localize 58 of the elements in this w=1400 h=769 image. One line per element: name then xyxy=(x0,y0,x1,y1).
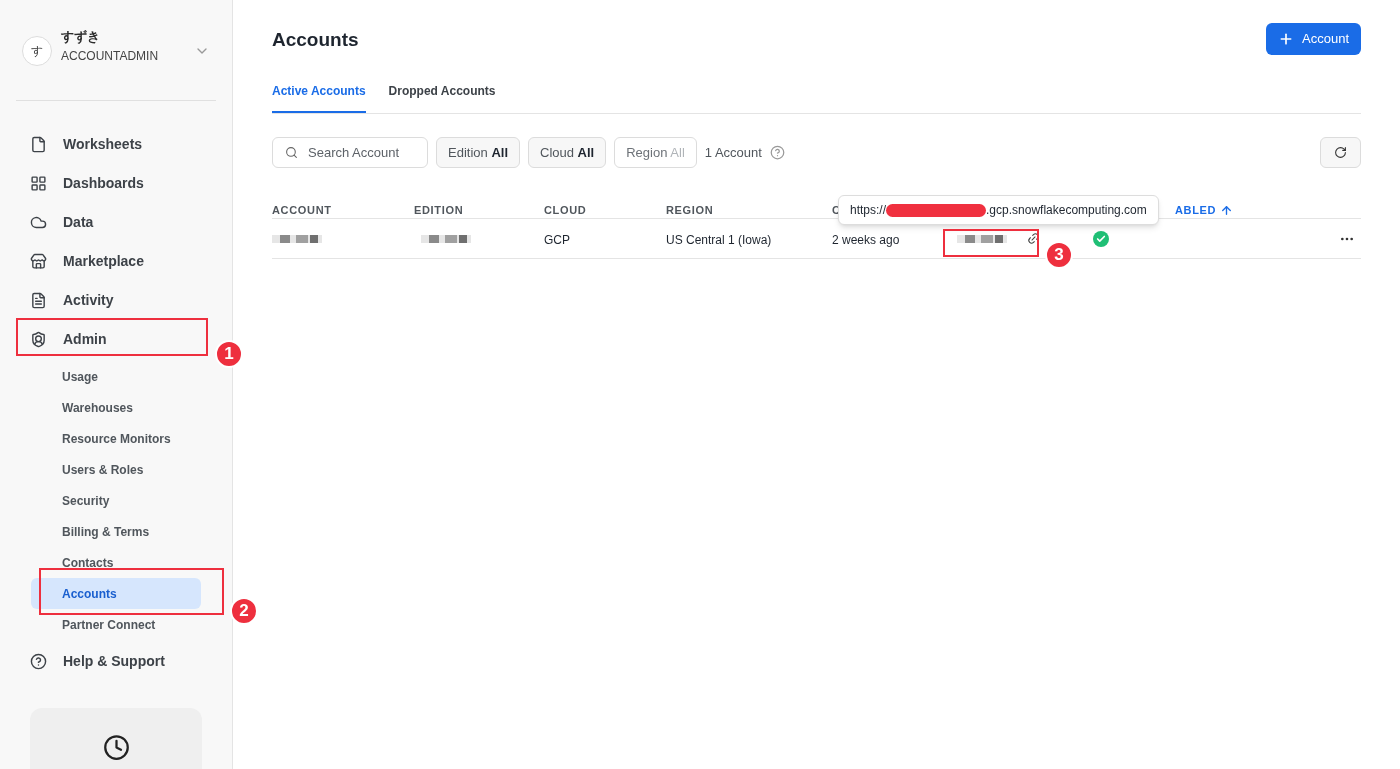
table-cell: 2 weeks ago xyxy=(832,232,900,247)
user-name: すずき xyxy=(61,28,101,47)
add-account-button[interactable]: Account xyxy=(1266,23,1361,55)
column-header[interactable]: EDITION xyxy=(414,202,464,219)
nav-item[interactable]: Data xyxy=(16,203,216,242)
nav-icon xyxy=(30,214,47,231)
step-badge: 2 xyxy=(230,597,258,625)
avatar[interactable]: す xyxy=(22,36,52,66)
nav-subitem[interactable]: Contacts xyxy=(31,547,201,578)
nav-icon xyxy=(30,175,47,192)
search-icon xyxy=(285,146,298,159)
refresh-button[interactable] xyxy=(1320,137,1361,168)
sort-arrow-icon xyxy=(1220,203,1234,217)
nav-icon xyxy=(30,136,47,153)
help-icon[interactable] xyxy=(769,145,785,160)
column-header[interactable]: REGION xyxy=(666,202,714,219)
url-domain: .gcp.snowflakecomputing.com xyxy=(986,202,1147,219)
nav-subitem[interactable]: Usage xyxy=(31,361,201,392)
nav-item[interactable]: Marketplace xyxy=(16,242,216,281)
nav-icon xyxy=(30,253,47,270)
column-header[interactable]: ABLED xyxy=(1175,202,1234,219)
user-role: ACCOUNTADMIN xyxy=(61,47,160,65)
account-count: 1 Account xyxy=(704,143,762,162)
nav-icon xyxy=(30,653,47,670)
tab[interactable]: Dropped Accounts xyxy=(388,82,496,113)
nav-subitem[interactable]: Partner Connect xyxy=(31,609,201,640)
nav-item[interactable]: Worksheets xyxy=(16,125,216,164)
nav-item[interactable]: Admin xyxy=(16,320,216,359)
nav-subitem[interactable]: Accounts xyxy=(31,578,201,609)
clock-icon xyxy=(102,734,130,761)
refresh-icon xyxy=(1334,146,1347,159)
nav-subitem[interactable]: Security xyxy=(31,485,201,516)
column-header[interactable]: CLOUD xyxy=(544,202,587,219)
blurred-text xyxy=(957,234,1007,243)
nav-item[interactable]: Dashboards xyxy=(16,164,216,203)
table-cell: US Central 1 (Iowa) xyxy=(666,232,772,247)
nav-icon xyxy=(30,331,47,348)
nav-item[interactable]: Activity xyxy=(16,281,216,320)
search-field[interactable]: Search Account xyxy=(272,137,428,168)
blurred-text xyxy=(272,234,322,243)
filter-button[interactable]: Edition All xyxy=(436,137,520,168)
page-title: Accounts xyxy=(272,27,359,52)
clock-card[interactable] xyxy=(30,708,202,769)
step-badge: 1 xyxy=(215,340,243,368)
table-cell: GCP xyxy=(544,232,570,247)
url-prefix: https:// xyxy=(850,202,887,219)
nav-subitem[interactable]: Billing & Terms xyxy=(31,516,201,547)
blurred-text xyxy=(421,234,471,243)
nav-subitem[interactable]: Users & Roles xyxy=(31,454,201,485)
nav-subitem[interactable]: Resource Monitors xyxy=(31,423,201,454)
plus-icon xyxy=(1278,31,1294,47)
filter-button[interactable]: Cloud All xyxy=(528,137,607,168)
column-header[interactable]: ACCOUNT xyxy=(272,202,332,219)
step-badge: 3 xyxy=(1045,241,1073,269)
nav-icon xyxy=(30,292,47,309)
nav-item[interactable]: Help & Support xyxy=(16,642,216,681)
nav-subitem[interactable]: Warehouses xyxy=(31,392,201,423)
tab[interactable]: Active Accounts xyxy=(272,82,366,113)
